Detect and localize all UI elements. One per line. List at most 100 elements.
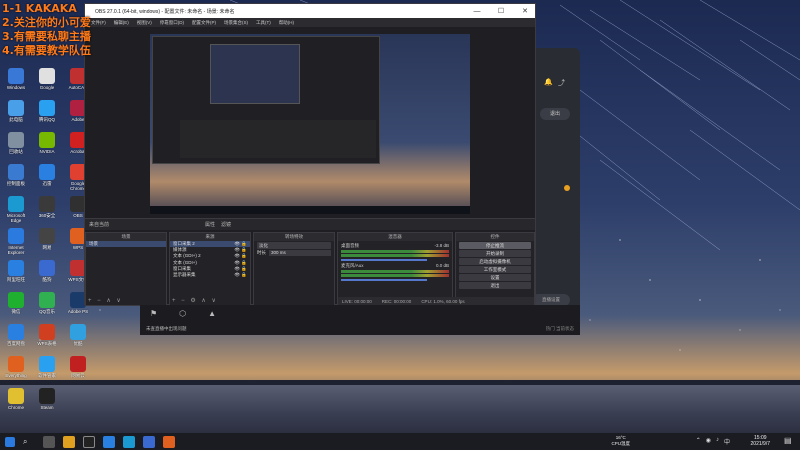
desktop-icon[interactable]: 阿里旺旺: [2, 260, 30, 287]
desktop-icon-label: 软件管家: [38, 373, 56, 378]
desktop-icon-label: 优酷: [73, 341, 83, 346]
menu-item[interactable]: 视图(V): [137, 20, 152, 26]
channel-level: 0.0 dB: [435, 263, 449, 268]
desktop-icon[interactable]: 微信: [2, 292, 30, 319]
desktop-icon[interactable]: 网易云: [64, 356, 92, 383]
logout-button[interactable]: 退出: [540, 108, 570, 120]
desktop-icon[interactable]: Microsoft Edge: [2, 196, 30, 223]
desktop-icon[interactable]: Internet Explorer: [2, 228, 30, 255]
desktop-icon-label: Microsoft Edge: [6, 213, 26, 223]
desktop-icon[interactable]: 回收站: [2, 132, 30, 159]
menu-item[interactable]: 配置文件(P): [192, 20, 216, 26]
app-icon: [8, 228, 24, 244]
desktop-icon-label: 百度网盘: [7, 341, 25, 346]
desktop-icon[interactable]: Steam: [33, 388, 61, 415]
desktop-icon-label: WPS表格: [37, 341, 57, 346]
menu-item[interactable]: 工具(T): [256, 20, 271, 26]
desktop-icon[interactable]: Google: [33, 68, 61, 95]
desktop-icon[interactable]: 网易: [33, 228, 61, 255]
menu-item[interactable]: 停靠窗口(D): [160, 20, 184, 26]
cpu-fps: CPU: 1.0%, 60.00 fps: [421, 298, 465, 304]
transition-select[interactable]: 淡化: [257, 242, 331, 249]
source-item[interactable]: 显示器采集 👁 🔒: [170, 272, 250, 278]
visibility-icon[interactable]: 👁 🔒: [234, 272, 247, 278]
menu-item[interactable]: 编辑(E): [114, 20, 129, 26]
app2-taskbar-icon[interactable]: [163, 435, 175, 448]
exit-button[interactable]: 退出: [459, 282, 531, 289]
desktop-icon-label: Internet Explorer: [7, 245, 25, 255]
start-recording-button[interactable]: 开始录制: [459, 250, 531, 257]
taskbar: ⌕ 16°C CPU温度 ⌃ ◉ ♪ 中 15:09 2021/9/7 ▤: [0, 433, 800, 450]
desktop-icon[interactable]: Chrome: [2, 388, 30, 415]
app-icon: [39, 356, 55, 372]
app-icon: [8, 132, 24, 148]
desktop-icon-label: 网易云: [71, 373, 85, 378]
desktop-icon[interactable]: QQ音乐: [33, 292, 61, 319]
share-icon[interactable]: ⤴: [558, 78, 565, 88]
bell-icon[interactable]: 🔔: [544, 78, 553, 86]
weather-text: CPU温度: [611, 441, 630, 446]
app-taskbar-icon[interactable]: [143, 435, 155, 448]
overlay-line: 1-1 KAKAKA: [2, 2, 77, 15]
obs-taskbar-icon[interactable]: [83, 435, 95, 448]
stream-overlay-text: 1-1 KAKAKA 2.关注你的小可爱 3.有需要私聊主播 4.有需要教学队伍: [2, 2, 91, 58]
menu-item[interactable]: 帮助(H): [279, 20, 294, 26]
chrome-taskbar-icon[interactable]: [103, 435, 115, 448]
filters-button[interactable]: 滤镜: [221, 221, 231, 228]
desktop-icon[interactable]: 软件管家: [33, 356, 61, 383]
app-icon: [8, 68, 24, 84]
current-source-label: 来自当前: [89, 222, 110, 228]
desktop-icon[interactable]: 优酷: [64, 324, 92, 351]
studio-mode-button[interactable]: 工作室模式: [459, 266, 531, 273]
notification-icon[interactable]: ▤: [784, 436, 794, 446]
overlay-line: 3.有需要私聊主播: [2, 30, 91, 43]
clock[interactable]: 15:09 2021/9/7: [751, 435, 770, 447]
controls-dock: 控件 停止推流 开始录制 启动虚拟摄像机 工作室模式 设置 退出: [455, 232, 535, 306]
desktop-icon[interactable]: 腾讯QQ: [33, 100, 61, 127]
duration-input[interactable]: 300 ms: [269, 250, 331, 256]
mixer-header: 混音器: [338, 233, 452, 241]
nested-dock-area: [180, 120, 376, 158]
scene-toolbar[interactable]: + − ∧ ∨: [88, 297, 123, 304]
volume-meter: [341, 250, 449, 253]
task-view-icon[interactable]: [43, 435, 55, 448]
desktop-icon[interactable]: 百度网盘: [2, 324, 30, 351]
file-explorer-icon[interactable]: [63, 435, 75, 448]
desktop-icon-label: Windows: [6, 85, 26, 90]
desktop-icon[interactable]: 迅雷: [33, 164, 61, 191]
source-toolbar-buttons[interactable]: + − ⚙ ∧ ∨: [172, 297, 218, 304]
settings-button[interactable]: 设置: [459, 274, 531, 281]
properties-button[interactable]: 属性: [205, 221, 215, 228]
volume-slider[interactable]: [341, 279, 428, 281]
desktop-icon[interactable]: NVIDIA: [33, 132, 61, 159]
minimize-button[interactable]: —: [467, 8, 487, 15]
desktop-icon[interactable]: 控制面板: [2, 164, 30, 191]
desktop-icon[interactable]: WPS表格: [33, 324, 61, 351]
start-icon[interactable]: [5, 436, 15, 447]
overlay-line: 2.关注你的小可爱: [2, 16, 91, 29]
maximize-button[interactable]: ☐: [491, 7, 511, 15]
edge-taskbar-icon[interactable]: [123, 435, 135, 448]
volume-slider[interactable]: [341, 259, 428, 261]
weather-widget[interactable]: 16°C CPU温度: [611, 435, 630, 447]
virtual-camera-button[interactable]: 启动虚拟摄像机: [459, 258, 531, 265]
volume-meter: [341, 270, 449, 273]
desktop-icon[interactable]: Windows: [2, 68, 30, 95]
desktop-icon[interactable]: Everything: [2, 356, 30, 383]
transitions-header: 转场特效: [254, 233, 334, 241]
menu-item[interactable]: 文件(F): [91, 20, 106, 26]
app-icon: [39, 292, 55, 308]
close-button[interactable]: ✕: [515, 7, 535, 15]
desktop-icon[interactable]: 酷狗: [33, 260, 61, 287]
duration-row: 时长 300 ms: [257, 250, 331, 256]
search-icon[interactable]: ⌕: [23, 436, 35, 448]
menu-item[interactable]: 场景集合(S): [224, 20, 248, 26]
live-tool-icons[interactable]: ⚑ ⬡ ▲: [150, 309, 216, 318]
desktop-icon[interactable]: 360安全: [33, 196, 61, 223]
desktop-icon-label: 回收站: [9, 149, 23, 154]
stop-streaming-button[interactable]: 停止推流: [459, 242, 531, 249]
status-dot: [564, 185, 570, 191]
scene-item[interactable]: 场景: [86, 241, 166, 248]
system-tray-icons[interactable]: ⌃ ◉ ♪ 中: [696, 437, 730, 446]
desktop-icon[interactable]: 此电脑: [2, 100, 30, 127]
